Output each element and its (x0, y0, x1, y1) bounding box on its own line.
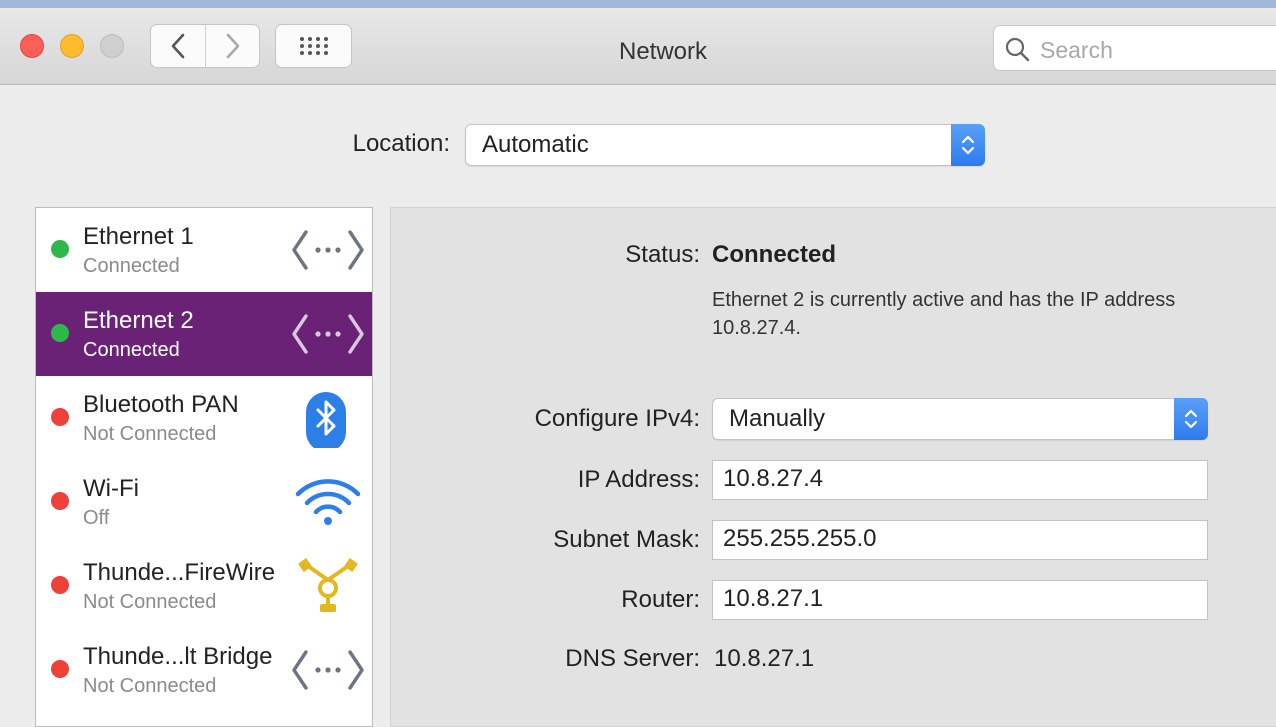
router-field[interactable] (712, 580, 1208, 620)
location-popup[interactable]: Automatic (465, 124, 985, 166)
location-label: Location: (352, 130, 450, 157)
service-status: Not Connected (83, 423, 217, 445)
back-button[interactable] (151, 25, 205, 67)
service-item-thunderbolt-bridge[interactable]: Thunde...lt Bridge Not Connected (36, 628, 372, 712)
service-list: Ethernet 1 Connected Ethernet 2 Connecte… (35, 207, 373, 727)
configure-ipv4-stepper (1174, 398, 1208, 440)
ip-address-label: IP Address: (577, 466, 700, 493)
ethernet-icon (292, 314, 364, 354)
service-item-wifi[interactable]: Wi-Fi Off (36, 460, 372, 544)
configure-ipv4-label: Configure IPv4: (534, 405, 700, 432)
window-titlebar: Network Search (0, 8, 1276, 85)
navigation-buttons (150, 24, 260, 68)
service-name: Thunde...lt Bridge (83, 643, 273, 670)
service-status: Off (83, 507, 110, 529)
service-status: Not Connected (83, 591, 217, 613)
service-name: Bluetooth PAN (83, 391, 239, 418)
configure-ipv4-value: Manually (729, 405, 826, 432)
show-all-button[interactable] (275, 24, 352, 68)
up-down-chevron-icon (1184, 409, 1198, 429)
subnet-mask-field[interactable] (712, 520, 1208, 560)
service-name: Ethernet 1 (83, 223, 194, 250)
router-label: Router: (621, 586, 700, 613)
status-dot (51, 576, 69, 594)
service-item-thunderbolt-firewire[interactable]: Thunde...FireWire Not Connected (36, 544, 372, 628)
window-title: Network (618, 38, 708, 65)
ethernet-icon (292, 230, 364, 270)
zoom-window-button[interactable] (100, 34, 124, 58)
minimize-window-button[interactable] (60, 34, 84, 58)
wifi-icon (295, 479, 361, 525)
subnet-mask-label: Subnet Mask: (553, 526, 700, 553)
subnet-mask-input[interactable] (713, 521, 1203, 557)
bluetooth-icon (306, 392, 346, 448)
search-placeholder: Search (1040, 37, 1113, 63)
status-dot (51, 408, 69, 426)
dns-server-value: 10.8.27.1 (714, 645, 815, 672)
location-value: Automatic (482, 131, 589, 158)
status-dot (51, 660, 69, 678)
service-status: Connected (83, 255, 180, 277)
firewire-icon (298, 558, 358, 612)
service-item-bluetooth-pan[interactable]: Bluetooth PAN Not Connected (36, 376, 372, 460)
location-stepper (951, 124, 985, 166)
service-name: Thunde...FireWire (83, 559, 276, 586)
configure-ipv4-popup[interactable]: Manually (712, 398, 1208, 440)
status-description: Ethernet 2 is currently active and has t… (712, 289, 1176, 339)
status-dot (51, 240, 69, 258)
chevron-left-icon (171, 33, 185, 59)
service-item-ethernet-2[interactable]: Ethernet 2 Connected (36, 292, 372, 376)
search-icon (1005, 37, 1030, 62)
status-dot (51, 492, 69, 510)
status-dot (51, 324, 69, 342)
ethernet-icon (292, 650, 364, 690)
chevron-right-icon (226, 33, 240, 59)
dns-server-label: DNS Server: (565, 645, 700, 672)
status-value: Connected (712, 241, 837, 268)
service-status: Connected (83, 339, 180, 361)
ip-address-field[interactable] (712, 460, 1208, 500)
service-item-ethernet-1[interactable]: Ethernet 1 Connected (36, 208, 372, 292)
forward-button[interactable] (206, 25, 260, 67)
service-status: Not Connected (83, 675, 217, 697)
close-window-button[interactable] (20, 34, 44, 58)
search-field[interactable]: Search (993, 25, 1276, 71)
service-name: Wi-Fi (83, 475, 139, 502)
status-label: Status: (625, 241, 700, 268)
router-input[interactable] (713, 581, 1203, 617)
up-down-chevron-icon (961, 135, 975, 155)
ip-address-input[interactable] (713, 461, 1203, 497)
desktop-edge (0, 0, 1276, 8)
service-name: Ethernet 2 (83, 307, 194, 334)
grid-icon (299, 37, 328, 55)
